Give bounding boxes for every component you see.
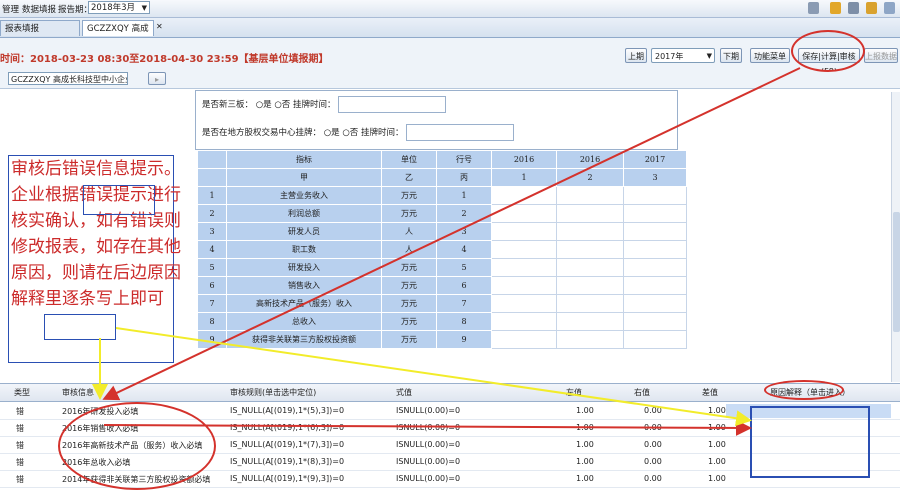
arrow-overlay	[92, 67, 801, 436]
arrow-error-to-reason	[103, 419, 752, 436]
arrow-annotation-to-reason	[115, 327, 752, 427]
arrow-save-to-errors	[102, 67, 801, 401]
